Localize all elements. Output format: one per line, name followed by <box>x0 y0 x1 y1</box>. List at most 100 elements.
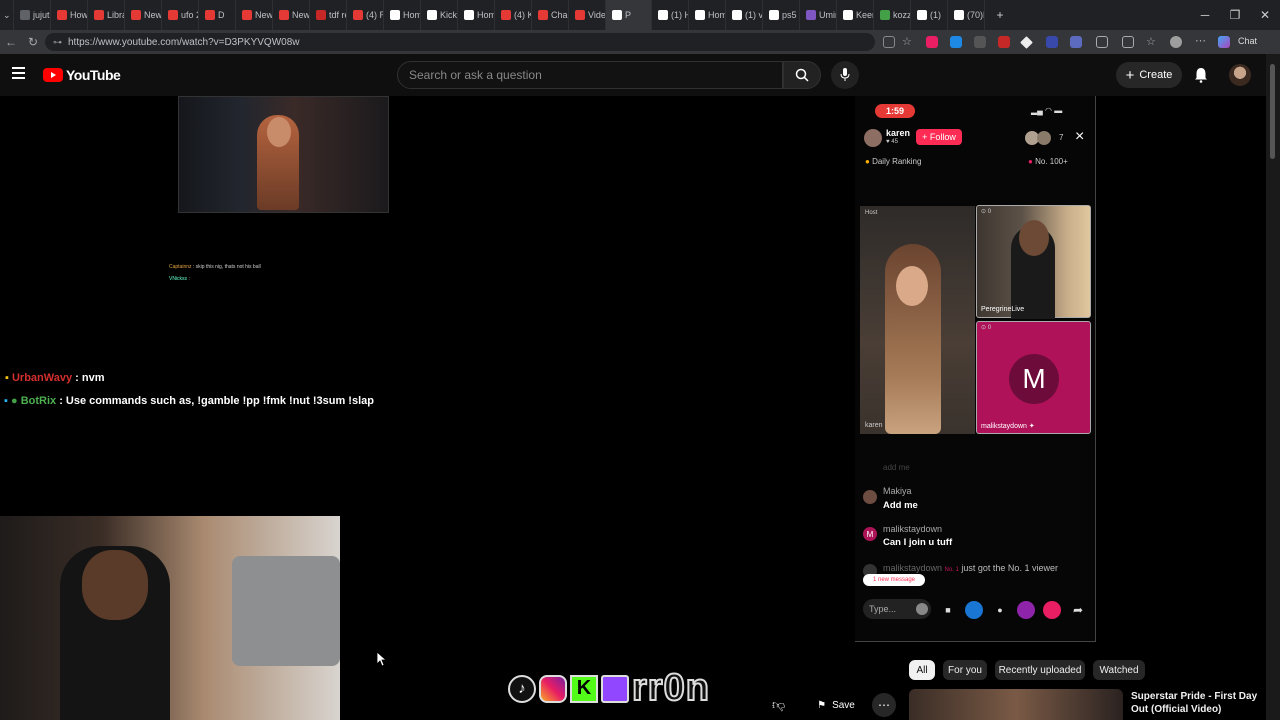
rank-badge-small: No. 1 <box>944 567 959 573</box>
extension-icon[interactable] <box>1122 36 1134 48</box>
tab-favicon-icon <box>168 10 178 20</box>
browser-menu-icon[interactable]: ⋯ <box>1195 34 1207 47</box>
browser-tab[interactable]: ufo 2 <box>162 0 199 30</box>
chat-label[interactable]: Chat <box>1238 36 1257 46</box>
watermark-text: rr0n <box>631 666 710 710</box>
microphone-icon[interactable] <box>965 601 983 619</box>
tiktok-icon: ♪ <box>508 674 536 703</box>
minimize-icon[interactable]: ─ <box>1190 0 1220 30</box>
new-tab-button[interactable]: + <box>985 0 1015 30</box>
emoji-icon[interactable] <box>916 603 928 615</box>
close-icon[interactable]: × <box>1075 128 1084 146</box>
browser-tab[interactable]: KickC <box>421 0 458 30</box>
chip-all[interactable]: All <box>909 660 935 680</box>
follow-button[interactable]: + Follow <box>916 129 962 145</box>
save-button[interactable]: ⚑ Save <box>808 693 864 717</box>
extension-icon[interactable] <box>926 36 938 48</box>
browser-tab[interactable]: New <box>236 0 273 30</box>
search-button[interactable] <box>783 61 821 89</box>
browser-tab[interactable]: P <box>606 0 652 30</box>
account-avatar[interactable] <box>1229 64 1251 86</box>
extension-icon[interactable] <box>974 36 986 48</box>
chip-watched[interactable]: Watched <box>1093 660 1145 680</box>
host-tag: Host <box>865 210 878 216</box>
rose-gift-icon[interactable] <box>1017 601 1035 619</box>
restore-icon[interactable]: ❐ <box>1220 0 1250 30</box>
browser-tab[interactable]: D <box>199 0 236 30</box>
guest-video-tile[interactable]: M <box>976 321 1091 434</box>
suggested-video-title[interactable]: Superstar Pride - First Day Out (Officia… <box>1131 690 1257 716</box>
chip-recently-uploaded[interactable]: Recently uploaded <box>995 660 1085 680</box>
chip-for-you[interactable]: For you <box>943 660 987 680</box>
tab-list-menu[interactable]: ⌄ <box>0 0 14 30</box>
more-actions-icon[interactable]: ⋯ <box>872 693 896 717</box>
host-video-tile[interactable] <box>860 206 975 434</box>
scrollbar-thumb[interactable] <box>1270 64 1275 159</box>
chat-icon[interactable] <box>1218 36 1230 48</box>
tab-favicon-icon <box>242 10 252 20</box>
share-icon[interactable]: ➦ <box>1069 601 1087 619</box>
browser-tab[interactable]: (1) vo <box>726 0 763 30</box>
extension-icon[interactable] <box>1070 36 1082 48</box>
browser-tab[interactable]: Home <box>689 0 726 30</box>
profile-avatar[interactable] <box>1170 36 1182 48</box>
extensions-puzzle-icon[interactable] <box>1096 36 1108 48</box>
voice-search-button[interactable] <box>831 61 859 89</box>
notifications-bell-icon[interactable] <box>1194 67 1208 88</box>
new-message-pill[interactable]: 1 new message <box>863 574 925 586</box>
browser-tab[interactable]: (4) Re <box>347 0 384 30</box>
browser-tab[interactable]: kozzi <box>874 0 911 30</box>
guest-video-tile[interactable] <box>976 205 1091 319</box>
guests-icon[interactable]: ● <box>991 601 1009 619</box>
browser-tab[interactable]: (4) Ke <box>495 0 532 30</box>
bookmark-star-icon[interactable]: ☆ <box>902 35 914 48</box>
browser-tab[interactable]: jujut <box>14 0 51 30</box>
guest-initial-avatar: M <box>1009 354 1059 404</box>
browser-tab[interactable]: New <box>125 0 162 30</box>
gift-icon[interactable] <box>1043 601 1061 619</box>
browser-tab[interactable]: (1) H <box>652 0 689 30</box>
menu-icon[interactable] <box>12 67 25 79</box>
extension-icon[interactable] <box>1020 36 1033 49</box>
browser-tab[interactable]: How <box>51 0 88 30</box>
browser-tab[interactable]: New <box>273 0 310 30</box>
browser-tab-strip: ⌄ jujut How Libra New ufo 2 D New New tdf re (4) … <box>0 0 1280 30</box>
create-button[interactable]: + Create <box>1116 62 1182 88</box>
tab-label: ufo 2 <box>181 10 198 20</box>
daily-ranking[interactable]: ● Daily Ranking <box>865 157 921 166</box>
tab-favicon-icon <box>131 10 141 20</box>
cast-icon[interactable] <box>883 36 895 48</box>
reload-icon[interactable]: ↻ <box>22 35 44 49</box>
back-icon[interactable]: ← <box>0 35 22 49</box>
browser-tab[interactable]: tdf re <box>310 0 347 30</box>
camera-icon[interactable]: ■ <box>939 601 957 619</box>
tab-label: Home <box>403 10 420 20</box>
browser-tab[interactable]: Video <box>569 0 606 30</box>
browser-tab[interactable]: Home <box>384 0 421 30</box>
dislike-icon[interactable]: 👎︎ <box>772 697 785 713</box>
host-avatar[interactable] <box>864 129 882 147</box>
close-window-icon[interactable]: ✕ <box>1250 0 1280 30</box>
browser-tab[interactable]: (1) <box>911 0 948 30</box>
browser-tab[interactable]: ps5 - <box>763 0 800 30</box>
extension-icon[interactable] <box>950 36 962 48</box>
extension-icon[interactable] <box>1046 36 1058 48</box>
search-input[interactable]: Search or ask a question <box>397 61 783 89</box>
address-bar[interactable]: ⊶ https://www.youtube.com/watch?v=D3PKYV… <box>45 33 875 51</box>
browser-tab[interactable]: Chan <box>532 0 569 30</box>
site-info-icon[interactable]: ⊶ <box>53 37 62 48</box>
comment-input[interactable]: Type... <box>863 599 931 619</box>
extension-icon[interactable] <box>998 36 1010 48</box>
browser-tab[interactable]: (70)E <box>948 0 985 30</box>
browser-tab[interactable]: Keem <box>837 0 874 30</box>
bookmark-icon[interactable]: ☆ <box>1146 35 1158 48</box>
page-scrollbar[interactable] <box>1266 54 1280 720</box>
browser-tab[interactable]: Umin <box>800 0 837 30</box>
rank-badge[interactable]: ● No. 100+ <box>1028 157 1068 166</box>
youtube-logo[interactable]: YouTube <box>43 67 121 83</box>
tab-favicon-icon <box>353 10 363 20</box>
tab-favicon-icon <box>917 10 927 20</box>
suggested-video-thumbnail[interactable] <box>909 689 1123 720</box>
browser-tab[interactable]: Libra <box>88 0 125 30</box>
browser-tab[interactable]: Home <box>458 0 495 30</box>
